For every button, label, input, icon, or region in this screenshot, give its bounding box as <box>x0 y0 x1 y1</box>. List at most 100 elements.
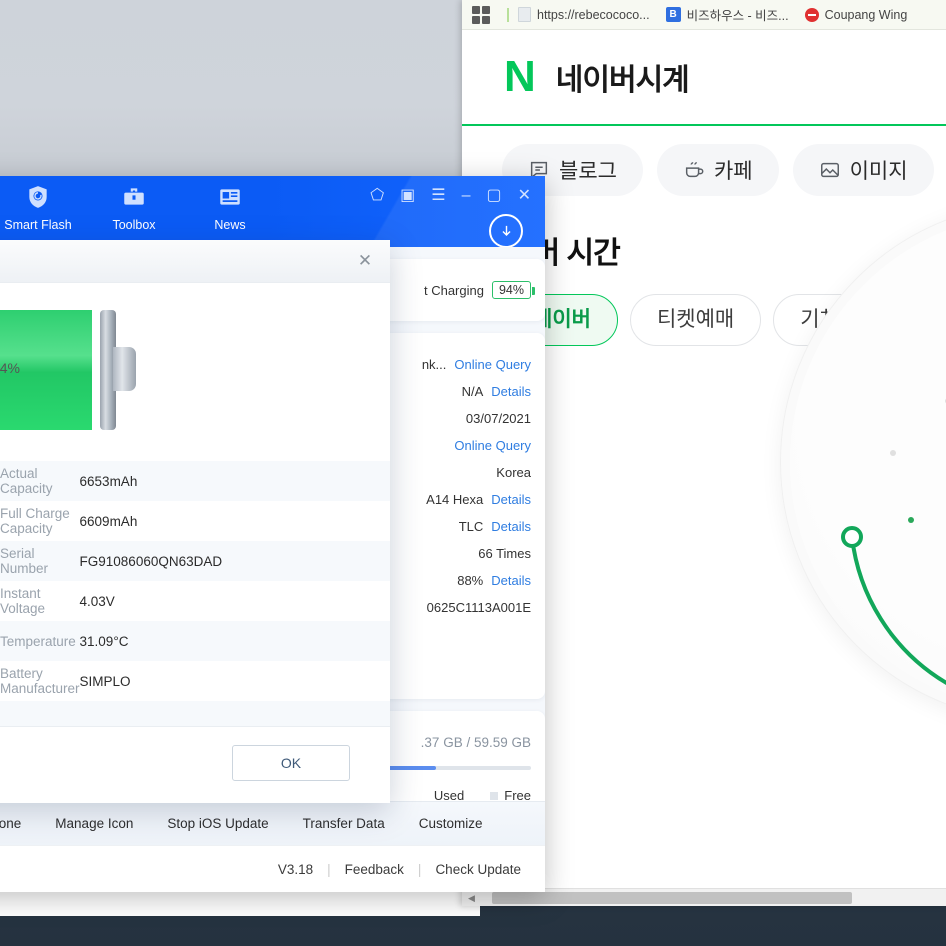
info-link[interactable]: Details <box>491 384 531 399</box>
tool-nav: Smart Flash Toolbox News <box>0 176 545 232</box>
tool-status-bar: V3.18 | Feedback | Check Update <box>0 845 545 892</box>
info-row: 88% Details <box>373 567 545 594</box>
server-clock: 21 20 <box>780 202 946 722</box>
battery-status-label: t Charging <box>423 282 484 298</box>
row-key: Temperature <box>0 633 76 649</box>
menu-item-manage-icon[interactable]: Manage Icon <box>55 816 133 831</box>
battery-percent-badge: 94% <box>491 281 536 299</box>
dialog-footer: OK <box>0 726 390 803</box>
toolbox-icon <box>86 184 182 210</box>
info-row: nk... Online Query <box>373 351 545 378</box>
info-link[interactable]: Online Query <box>454 438 531 453</box>
b-logo-icon: B <box>665 7 681 22</box>
menu-icon[interactable]: ☰ <box>431 188 445 204</box>
pill-cafe[interactable]: 카페 <box>656 144 779 196</box>
image-icon <box>819 159 841 181</box>
device-info-card: nk... Online Query N/A Details 03/07/202… <box>373 333 545 699</box>
row-value: FG91086060QN63DAD <box>79 553 223 569</box>
legend-swatch-icon <box>490 792 499 800</box>
info-link[interactable]: Details <box>491 519 531 534</box>
battery-percent-label: 94% <box>0 360 21 376</box>
bookmark-separator <box>507 7 509 22</box>
feedback-link[interactable]: Feedback <box>345 862 404 877</box>
info-row: 0625C1113A001E <box>373 594 545 621</box>
info-link[interactable]: Online Query <box>454 357 531 372</box>
info-value: N/A <box>461 384 484 399</box>
nav-news[interactable]: News <box>182 176 278 232</box>
dialog-header: ✕ <box>0 240 390 283</box>
bookmark-item-0[interactable]: https://rebecococo... <box>518 7 650 22</box>
menu-item-customize[interactable]: Customize <box>419 816 483 831</box>
clock-time: 21 <box>780 354 946 464</box>
scroll-left-arrow-icon[interactable]: ◀ <box>464 891 479 905</box>
bookmark-item-2[interactable]: Coupang Wing <box>804 7 908 22</box>
row-value: 31.09°C <box>79 633 129 649</box>
info-value: A14 Hexa <box>426 492 484 507</box>
info-row: 66 Times <box>373 540 545 567</box>
bookmark-item-1[interactable]: B 비즈하우스 - 비즈... <box>665 5 789 24</box>
block-icon <box>804 7 819 22</box>
window-controls: ⬠ ▣ ☰ – ▢ ✕ <box>370 188 531 204</box>
desktop-background: https://rebecococo... B 비즈하우스 - 비즈... Co… <box>0 0 946 946</box>
storage-bar <box>373 766 531 770</box>
row-key: Battery Manufacturer <box>0 666 80 696</box>
table-row: Temperature 31.09°C <box>0 621 390 661</box>
row-value: 6653mAh <box>79 473 138 489</box>
shirt-icon[interactable]: ⬠ <box>370 188 384 204</box>
nav-label: Toolbox <box>112 218 156 232</box>
info-row: TLC Details <box>373 513 545 540</box>
scrollbar-thumb[interactable] <box>492 892 852 904</box>
ok-button[interactable]: OK <box>232 745 350 781</box>
save-icon[interactable]: ▣ <box>400 188 415 204</box>
info-row: Korea <box>373 459 545 486</box>
battery-fill: 94% <box>0 310 92 430</box>
menu-item-stop-ios-update[interactable]: Stop iOS Update <box>167 816 268 831</box>
table-row: Battery Manufacturer SIMPLO <box>0 661 390 701</box>
battery-terminal <box>113 347 136 391</box>
close-icon[interactable]: ✕ <box>518 188 531 204</box>
info-row: A14 Hexa Details <box>373 486 545 513</box>
battery-illustration: 94% <box>0 283 390 461</box>
nav-label: News <box>214 218 246 232</box>
info-value: 03/07/2021 <box>465 411 531 426</box>
info-row: N/A Details <box>373 378 545 405</box>
row-key: Actual Capacity <box>0 466 53 496</box>
menu-item-transfer-data[interactable]: Transfer Data <box>303 816 385 831</box>
row-key: Full Charge Capacity <box>0 506 70 536</box>
pill-label: 블로그 <box>559 160 617 183</box>
page-title: 네이버시계 <box>555 64 690 97</box>
naver-logo-icon[interactable]: N <box>504 55 536 99</box>
check-update-link[interactable]: Check Update <box>435 862 521 877</box>
bookmark-label: 비즈하우스 - 비즈... <box>686 9 789 23</box>
version-label: V3.18 <box>277 861 314 877</box>
status-divider: | <box>417 861 422 877</box>
table-row: Instant Voltage 4.03V <box>0 581 390 621</box>
bookmark-label: Coupang Wing <box>824 7 908 22</box>
row-key: Instant Voltage <box>0 586 46 616</box>
info-row: Online Query <box>373 432 545 459</box>
smart-flash-icon <box>0 184 86 210</box>
close-icon[interactable]: ✕ <box>354 250 376 272</box>
storage-text: .37 GB / 59.59 GB <box>420 735 531 750</box>
news-icon <box>182 184 278 210</box>
nav-toolbox[interactable]: Toolbox <box>86 176 182 232</box>
pill-image[interactable]: 이미지 <box>792 144 934 196</box>
row-value: 4.03V <box>79 593 115 609</box>
bookmark-label: https://rebecococo... <box>537 7 650 22</box>
info-link[interactable]: Details <box>491 492 531 507</box>
row-key: Serial Number <box>0 546 49 576</box>
info-value: Korea <box>496 465 531 480</box>
nav-smart-flash[interactable]: Smart Flash <box>0 176 86 232</box>
menu-item-ringtone[interactable]: ngtone <box>0 816 21 831</box>
tab-ticket[interactable]: 티켓예매 <box>629 294 762 346</box>
download-arrow-icon[interactable] <box>489 214 523 248</box>
info-value: nk... <box>421 357 447 372</box>
minimize-icon[interactable]: – <box>462 188 471 204</box>
info-value: 66 Times <box>478 546 531 561</box>
clock-tick-active <box>908 517 914 523</box>
info-link[interactable]: Details <box>491 573 531 588</box>
info-value: TLC <box>458 519 484 534</box>
maximize-icon[interactable]: ▢ <box>486 188 501 204</box>
tool-bottom-menu: ngtone Manage Icon Stop iOS Update Trans… <box>0 801 545 845</box>
apps-grid-icon[interactable] <box>472 5 490 24</box>
